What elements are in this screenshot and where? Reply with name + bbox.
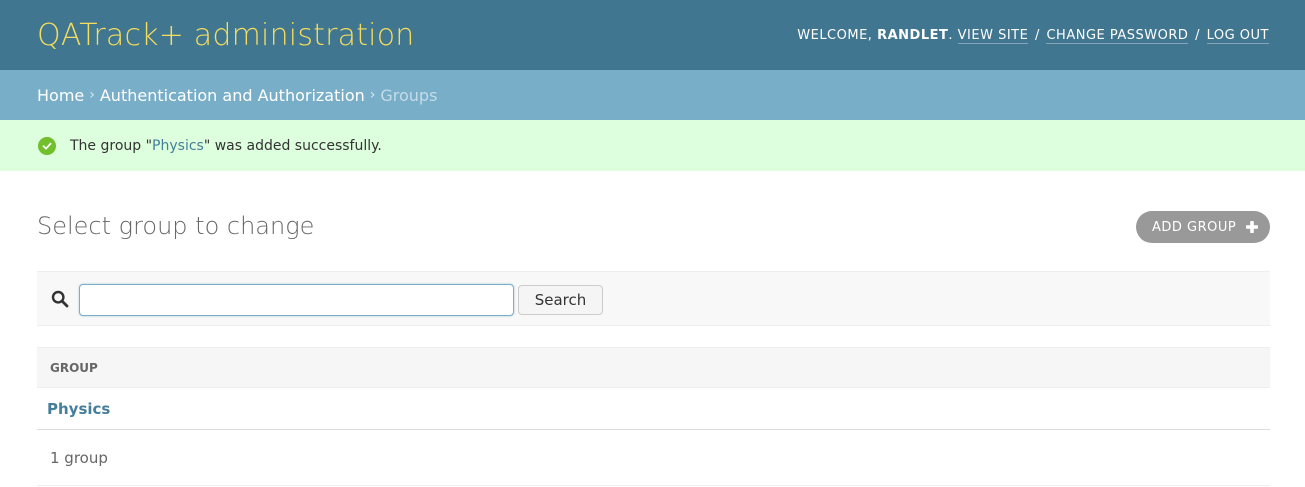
breadcrumb: Home › Authentication and Authorization … (0, 70, 1305, 120)
results-table: GROUP Physics (37, 347, 1270, 430)
group-link[interactable]: Physics (47, 400, 110, 418)
paginator: 1 group (37, 431, 1270, 486)
table-row: Physics (37, 388, 1270, 430)
header: QATrack+ administration WELCOME, RANDLET… (0, 0, 1305, 70)
welcome-text: WELCOME, (797, 27, 873, 43)
log-out-link[interactable]: LOG OUT (1206, 27, 1269, 44)
add-group-button[interactable]: ADD GROUP (1136, 211, 1270, 243)
add-group-label: ADD GROUP (1152, 219, 1237, 235)
search-input[interactable] (79, 284, 514, 316)
user-tools-separator: / (1034, 27, 1040, 43)
result-count: 1 group (50, 449, 108, 467)
site-branding[interactable]: QATrack+ administration (37, 18, 415, 53)
breadcrumb-home[interactable]: Home (37, 86, 84, 105)
user-tools: WELCOME, RANDLET. VIEW SITE / CHANGE PAS… (797, 27, 1269, 44)
search-icon (51, 290, 69, 308)
breadcrumb-current: Groups (380, 85, 438, 105)
success-message: The group " Physics " was added successful… (0, 120, 1305, 171)
message-group-link[interactable]: Physics (152, 138, 204, 154)
username-period: . (948, 27, 953, 43)
search-button[interactable]: Search (518, 285, 603, 315)
change-password-link[interactable]: CHANGE PASSWORD (1046, 27, 1189, 44)
message-suffix: " was added successfully. (203, 137, 382, 154)
username: RANDLET (877, 27, 949, 43)
page-title: Select group to change (37, 212, 315, 240)
view-site-link[interactable]: VIEW SITE (957, 27, 1029, 44)
column-header-group[interactable]: GROUP (37, 347, 1270, 388)
breadcrumb-separator: › (369, 87, 376, 103)
breadcrumb-separator: › (89, 87, 95, 103)
message-prefix: The group " (70, 137, 153, 154)
user-tools-separator: / (1195, 27, 1200, 43)
search-toolbar: Search (37, 271, 1270, 326)
success-check-icon (38, 136, 56, 155)
column-header-label: GROUP (50, 360, 98, 375)
plus-icon (1245, 220, 1259, 234)
breadcrumb-app[interactable]: Authentication and Authorization (100, 86, 365, 105)
